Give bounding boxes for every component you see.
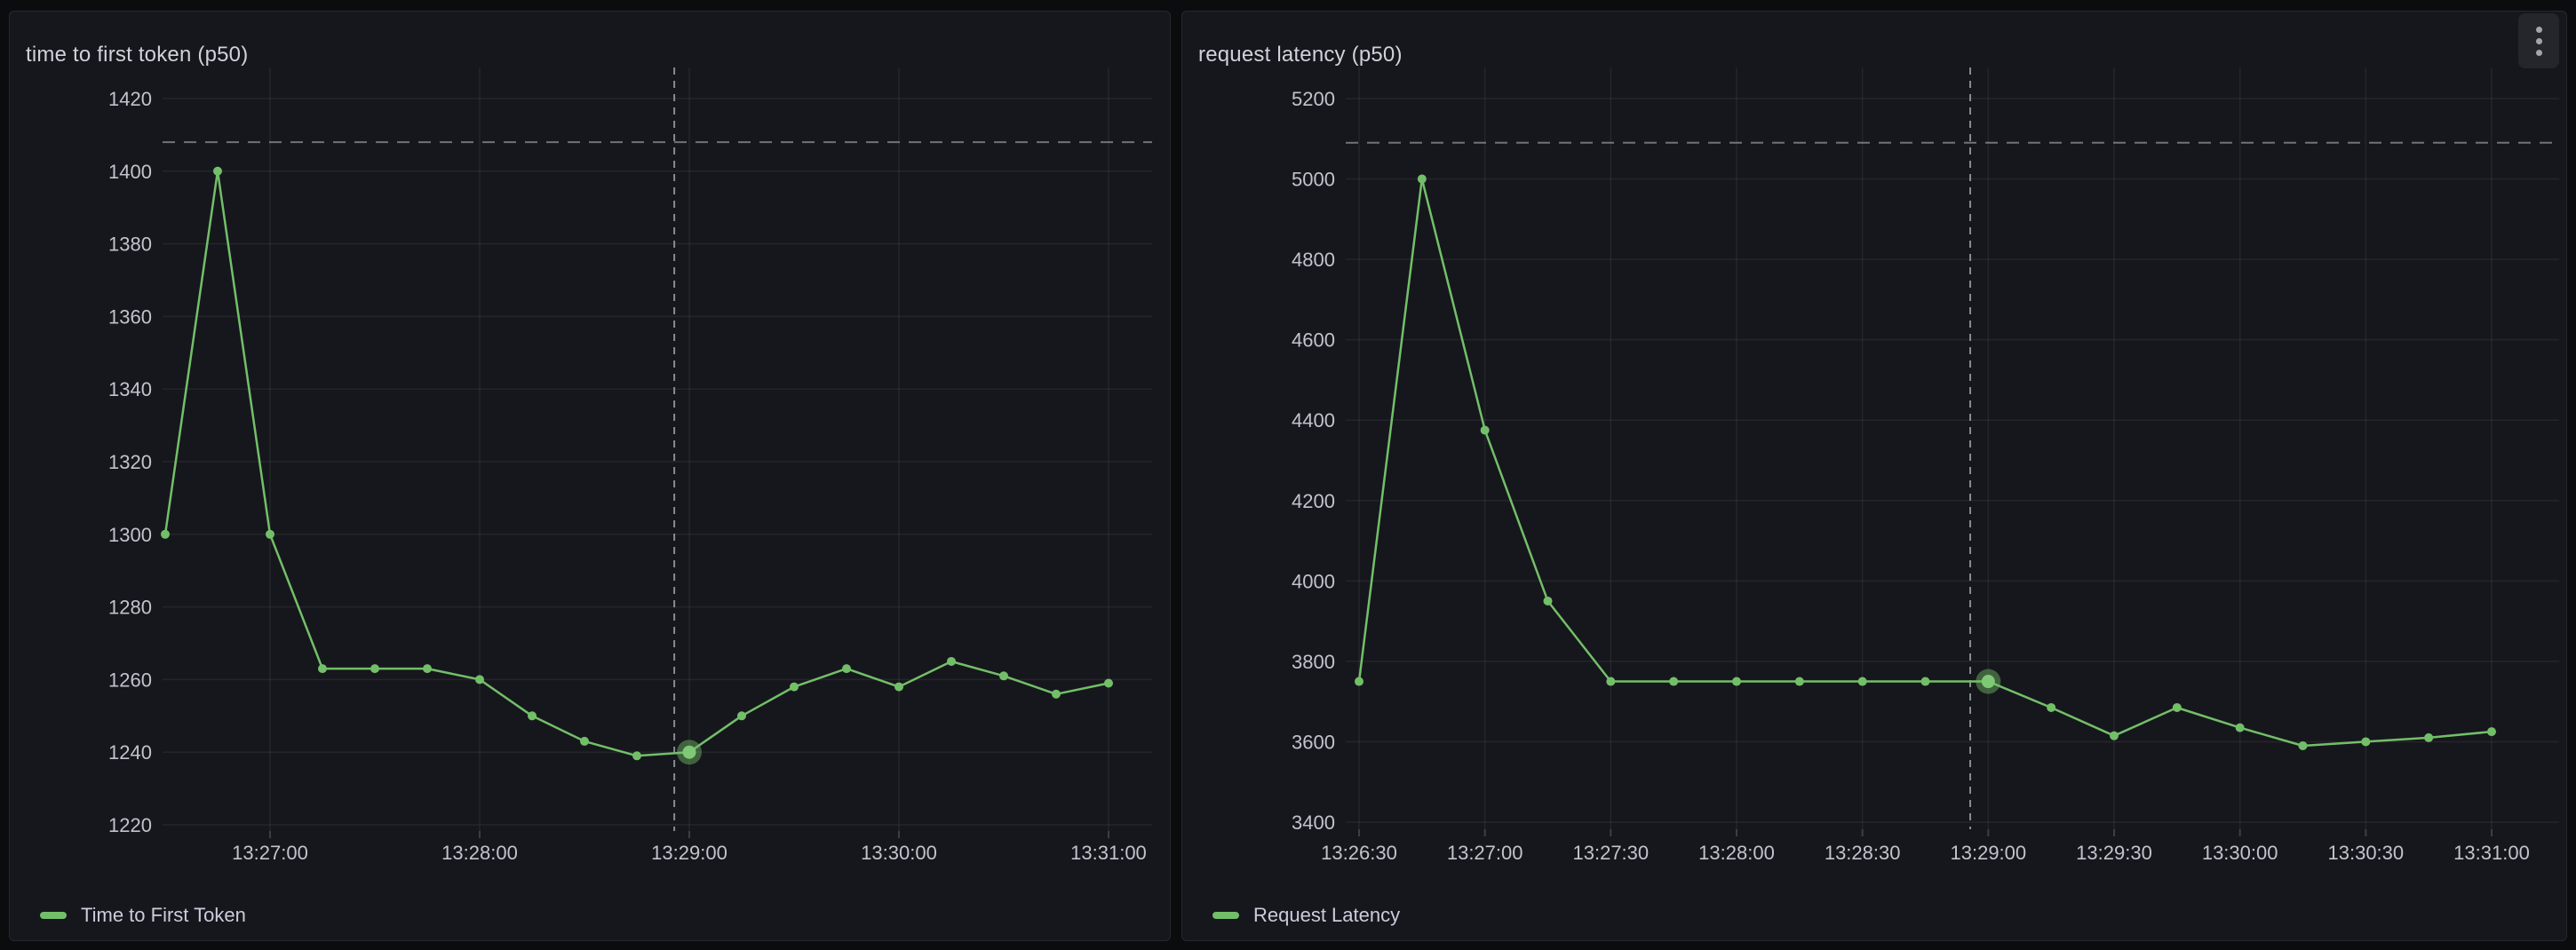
panel-menu-button[interactable] [2518, 13, 2559, 68]
svg-text:13:30:00: 13:30:00 [861, 842, 937, 864]
panel-title: request latency (p50) [1198, 43, 1403, 67]
svg-text:1220: 1220 [108, 814, 152, 836]
svg-text:4400: 4400 [1292, 409, 1335, 431]
svg-text:3800: 3800 [1292, 651, 1335, 673]
legend: Time to First Token [40, 901, 246, 930]
svg-text:1380: 1380 [108, 234, 152, 256]
svg-text:13:30:00: 13:30:00 [2202, 842, 2278, 864]
svg-text:1340: 1340 [108, 378, 152, 400]
legend: Request Latency [1212, 901, 1400, 930]
data-points [161, 167, 1113, 760]
svg-text:13:27:00: 13:27:00 [1447, 842, 1523, 864]
svg-text:4600: 4600 [1292, 329, 1335, 352]
svg-text:1240: 1240 [108, 741, 152, 764]
svg-text:13:26:30: 13:26:30 [1321, 842, 1397, 864]
svg-text:5200: 5200 [1292, 88, 1335, 110]
svg-text:4200: 4200 [1292, 490, 1335, 512]
svg-text:13:29:00: 13:29:00 [1951, 842, 2027, 864]
gridlines [1346, 67, 2559, 836]
latency-chart[interactable]: 5200 5000 4800 4600 4400 4200 4000 3800 3600 3400… [1182, 12, 2566, 940]
y-axis-labels: 5200 5000 4800 4600 4400 4200 4000 3800 3600 3400 [1292, 88, 1335, 834]
highlighted-point[interactable] [1976, 669, 2000, 694]
svg-text:13:31:00: 13:31:00 [2453, 842, 2530, 864]
series-swatch-icon [1212, 912, 1239, 919]
svg-text:1280: 1280 [108, 597, 152, 619]
y-axis-labels: 1420 1400 1380 1360 1340 1320 1300 1280 1260 1240… [108, 88, 152, 836]
svg-text:4000: 4000 [1292, 570, 1335, 592]
svg-text:13:29:30: 13:29:30 [2076, 842, 2152, 864]
svg-text:13:30:30: 13:30:30 [2328, 842, 2405, 864]
legend-item[interactable]: Time to First Token [40, 904, 246, 927]
legend-label: Request Latency [1253, 904, 1400, 927]
legend-item[interactable]: Request Latency [1212, 904, 1400, 927]
svg-text:3400: 3400 [1292, 811, 1335, 834]
svg-text:1400: 1400 [108, 161, 152, 183]
x-axis-labels: 13:26:30 13:27:00 13:27:30 13:28:00 13:28:30… [1321, 842, 2530, 864]
kebab-vertical-icon [2536, 27, 2542, 56]
svg-text:1420: 1420 [108, 88, 152, 110]
dashboard: 1420 1400 1380 1360 1340 1320 1300 1280 1260 1240… [0, 0, 2576, 950]
svg-text:13:28:30: 13:28:30 [1825, 842, 1901, 864]
svg-text:1300: 1300 [108, 524, 152, 546]
svg-text:13:28:00: 13:28:00 [441, 842, 518, 864]
svg-text:5000: 5000 [1292, 169, 1335, 191]
svg-text:13:27:30: 13:27:30 [1573, 842, 1650, 864]
x-axis-labels: 13:27:00 13:28:00 13:29:00 13:30:00 13:31:00 [232, 842, 1147, 864]
data-points [1355, 175, 2496, 750]
svg-text:1320: 1320 [108, 451, 152, 473]
panel-request-latency: 5200 5000 4800 4600 4400 4200 4000 3800 3600 3400… [1181, 11, 2567, 941]
svg-text:1260: 1260 [108, 669, 152, 691]
svg-text:3600: 3600 [1292, 731, 1335, 753]
svg-text:13:28:00: 13:28:00 [1698, 842, 1775, 864]
panel-time-to-first-token: 1420 1400 1380 1360 1340 1320 1300 1280 1260 1240… [9, 11, 1171, 941]
svg-text:13:27:00: 13:27:00 [232, 842, 308, 864]
legend-label: Time to First Token [81, 904, 246, 927]
svg-text:13:29:00: 13:29:00 [651, 842, 727, 864]
ttft-chart[interactable]: 1420 1400 1380 1360 1340 1320 1300 1280 1260 1240… [10, 12, 1170, 940]
panel-title: time to first token (p50) [26, 43, 248, 67]
gridlines [163, 67, 1152, 838]
highlighted-point[interactable] [677, 740, 702, 764]
svg-text:4800: 4800 [1292, 249, 1335, 271]
series-line [165, 171, 1109, 756]
svg-text:1360: 1360 [108, 305, 152, 328]
svg-text:13:31:00: 13:31:00 [1070, 842, 1147, 864]
series-swatch-icon [40, 912, 67, 919]
